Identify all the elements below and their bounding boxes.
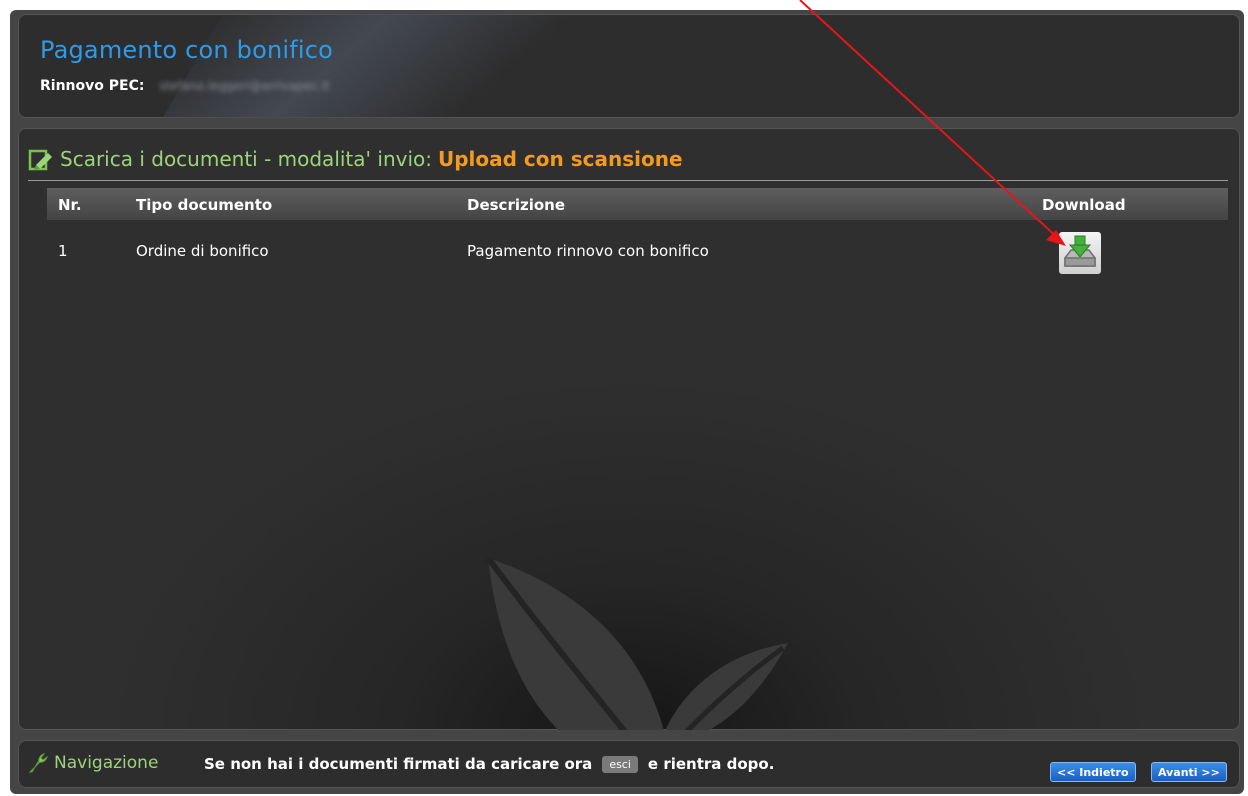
col-tipo-documento: Tipo documento xyxy=(136,196,273,214)
header-panel: Pagamento con bonifico Rinnovo PEC: stef… xyxy=(18,14,1240,118)
upload-mode: Upload con scansione xyxy=(437,147,683,171)
navigation-hint: Se non hai i documenti firmati da carica… xyxy=(204,755,774,773)
edit-document-icon xyxy=(28,149,52,171)
navigation-title: Navigazione xyxy=(26,752,158,774)
page-title: Pagamento con bonifico xyxy=(40,36,334,64)
next-button[interactable]: Avanti >> xyxy=(1151,762,1227,782)
pec-renewal-line: Rinnovo PEC: stefano.leggeri@arrivapec.i… xyxy=(40,78,330,94)
col-nr: Nr. xyxy=(58,196,82,214)
back-button[interactable]: << Indietro xyxy=(1050,762,1136,782)
esci-button[interactable]: esci xyxy=(602,755,638,773)
section-title-prefix: Scarica i documenti - modalita' invio: xyxy=(60,147,432,171)
row-nr: 1 xyxy=(58,242,68,260)
row-tipo: Ordine di bonifico xyxy=(136,242,269,260)
table-row: 1 Ordine di bonifico Pagamento rinnovo c… xyxy=(47,228,1228,278)
section-divider xyxy=(28,180,1228,181)
col-descrizione: Descrizione xyxy=(467,196,566,214)
download-button[interactable] xyxy=(1059,232,1101,274)
leaf-watermark-icon xyxy=(485,556,788,730)
wrench-icon xyxy=(28,753,48,773)
download-icon xyxy=(1064,235,1096,267)
pec-label: Rinnovo PEC: xyxy=(40,78,145,94)
navigation-bar: Navigazione Se non hai i documenti firma… xyxy=(18,740,1240,788)
pec-address-redacted: stefano.leggeri@arrivapec.it xyxy=(159,79,330,93)
hint-text-before: Se non hai i documenti firmati da carica… xyxy=(204,755,593,773)
navigation-label: Navigazione xyxy=(54,753,159,773)
table-header: Nr. Tipo documento Descrizione Download xyxy=(47,188,1228,220)
header-decoration xyxy=(141,14,595,118)
documents-panel: Scarica i documenti - modalita' invio: U… xyxy=(18,128,1240,730)
row-descrizione: Pagamento rinnovo con bonifico xyxy=(467,242,709,260)
section-title: Scarica i documenti - modalita' invio: U… xyxy=(28,146,683,172)
hint-text-after: e rientra dopo. xyxy=(647,755,775,773)
col-download: Download xyxy=(1042,196,1126,214)
